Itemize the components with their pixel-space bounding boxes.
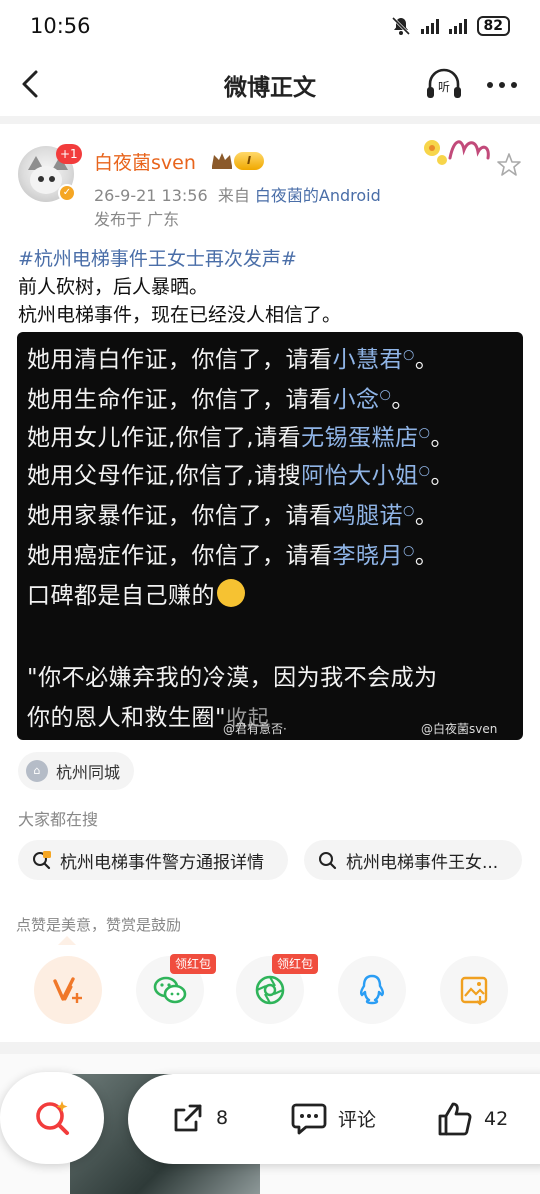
watermark: @白夜菌sven [421, 722, 498, 736]
hot-search-label: 杭州电梯事件警方通报详情 [60, 852, 264, 873]
signal-icon [420, 18, 439, 34]
star-icon[interactable] [496, 152, 522, 178]
vlog-sticker-icon [424, 140, 490, 165]
hot-search-item[interactable]: 杭州电梯事件警方通报详情 [18, 840, 288, 880]
reward-hint: 点赞是美意，赞赏是鼓励 [16, 916, 182, 934]
comment-label: 评论 [338, 1108, 377, 1131]
image-text-row: 她用癌症作证，你信了，请看李晓月○。 [27, 543, 439, 569]
divider [0, 116, 540, 124]
share-count: 8 [216, 1107, 229, 1129]
like-count: 42 [484, 1108, 509, 1130]
status-icons: 82 [391, 16, 510, 36]
moments-icon [255, 975, 285, 1005]
save-image-icon [460, 976, 488, 1006]
image-quote: "你不必嫌弃我的冷漠，因为我不会成为 [27, 665, 438, 691]
post-location: 发布于 广东 [94, 210, 180, 229]
verified-icon: ✓ [58, 184, 76, 202]
qq-icon [359, 974, 385, 1005]
image-text-row: 她用女儿作证,你信了,请看无锡蛋糕店○。 [27, 425, 454, 451]
post-image[interactable]: 她用清白作证，你信了，请看小慧君○。 她用生命作证，你信了，请看小念○。 她用女… [17, 332, 523, 740]
location-chip-label: 杭州同城 [56, 763, 121, 782]
red-packet-badge: 领红包 [272, 954, 319, 974]
image-text-row: 她用清白作证，你信了，请看小慧君○。 [27, 347, 439, 373]
post-text-line: 杭州电梯事件，现在已经没人相信了。 [18, 304, 342, 326]
section-divider [0, 1042, 540, 1054]
username[interactable]: 白夜菌sven [94, 148, 196, 175]
comment-button[interactable]: 评论 [290, 1100, 376, 1136]
battery-indicator: 82 [476, 16, 510, 36]
comment-icon [291, 1103, 327, 1135]
search-icon [319, 852, 337, 870]
location-icon: ⌂ [26, 760, 48, 782]
share-icon [174, 1104, 202, 1132]
clap-emoji-icon [217, 579, 245, 607]
image-text-row: 她用父母作证,你信了,请搜阿怡大小姐○。 [27, 463, 454, 489]
listen-icon[interactable]: 听 [424, 66, 464, 102]
image-text-row: 口碑都是自己赚的 [27, 576, 245, 610]
post-source[interactable]: 白夜菌的Android [255, 186, 381, 205]
notification-badge: +1 [56, 144, 82, 164]
wechat-icon [153, 976, 187, 1004]
reward-icon [53, 977, 82, 1003]
bottom-action-bar: 8 评论 42 [128, 1074, 540, 1164]
reward-button[interactable] [34, 956, 102, 1024]
location-chip[interactable]: ⌂ 杭州同城 [18, 752, 135, 790]
save-image-button[interactable] [440, 956, 508, 1024]
watermark: @君有意否· [223, 722, 287, 736]
image-text-row: 她用生命作证，你信了，请看小念○。 [27, 387, 415, 413]
hot-search-icon [33, 851, 51, 870]
share-button[interactable]: 8 [170, 1100, 228, 1136]
hot-search-title: 大家都在搜 [18, 810, 99, 829]
more-icon[interactable] [482, 70, 522, 100]
post-text-line: 前人砍树，后人暴晒。 [18, 276, 209, 298]
mute-icon [391, 16, 410, 36]
search-fab[interactable] [0, 1072, 104, 1164]
post-meta: 26-9-21 13:56 来自 白夜菌的Android [94, 182, 381, 206]
share-qq-button[interactable] [338, 956, 406, 1024]
svg-text:听: 听 [438, 80, 450, 94]
hot-search-item[interactable]: 杭州电梯事件王女... [304, 840, 522, 880]
hot-search-label: 杭州电梯事件王女... [346, 852, 499, 873]
image-text-row: 她用家暴作证，你信了，请看鸡腿诺○。 [27, 503, 439, 529]
search-icon [36, 1101, 69, 1135]
like-button[interactable]: 42 [436, 1100, 508, 1138]
hashtag-link[interactable]: #杭州电梯事件王女士再次发声# [18, 244, 297, 271]
vip-badge: I [234, 152, 264, 170]
reward-pointer [58, 936, 76, 945]
crown-icon [212, 153, 232, 169]
red-packet-badge: 领红包 [170, 954, 217, 974]
like-icon [438, 1102, 472, 1136]
post-time: 26-9-21 13:56 [94, 186, 208, 205]
status-time: 10:56 [30, 14, 91, 38]
signal-icon-2 [448, 18, 467, 34]
from-label: 来自 [217, 186, 250, 205]
weibo-post-screen: 10:56 82 微博正文 听 +1 ✓ 白夜菌sven I 26-9-21 1… [0, 0, 540, 1194]
